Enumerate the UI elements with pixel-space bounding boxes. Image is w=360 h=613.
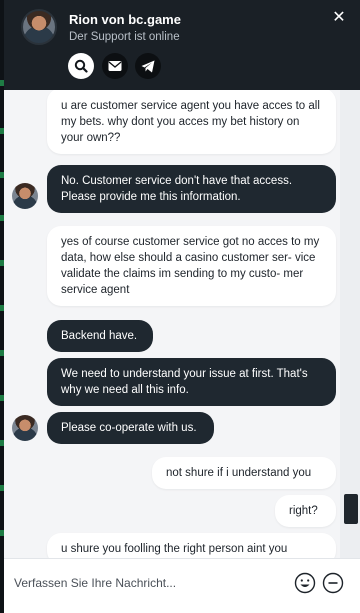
chat-header: Rion von bc.game Der Support ist online … [4, 0, 360, 90]
message-agent: We need to understand your issue at firs… [47, 358, 336, 406]
message-agent: Backend have. [47, 320, 153, 352]
agent-status: Der Support ist online [69, 31, 180, 43]
message-user: u are customer service agent you have ac… [47, 90, 336, 154]
message-user: right? [275, 495, 336, 527]
message-list: u are customer service agent you have ac… [4, 90, 340, 558]
message-composer [4, 558, 360, 613]
scrollbar[interactable] [340, 90, 360, 558]
email-button[interactable] [102, 53, 128, 79]
emoji-icon [294, 572, 316, 594]
scroll-thumb[interactable] [344, 494, 358, 524]
agent-message-avatar [12, 415, 38, 441]
message-agent: No. Customer service don't have that acc… [47, 165, 336, 213]
emoji-button[interactable] [294, 572, 316, 594]
message-user: yes of course customer service got no ac… [47, 226, 336, 306]
agent-message-avatar [12, 183, 38, 209]
message-input[interactable] [14, 571, 284, 595]
agent-avatar [21, 9, 57, 45]
telegram-icon [141, 60, 155, 72]
chat-widget: Rion von bc.game Der Support ist online … [0, 0, 360, 613]
mail-icon [108, 61, 122, 71]
message-user: not shure if i understand you [152, 457, 336, 489]
message-user: u shure you foolling the right person ai… [47, 533, 336, 558]
close-button[interactable]: ✕ [330, 9, 348, 27]
minus-circle-icon [322, 572, 344, 594]
search-icon [74, 59, 88, 73]
search-button[interactable] [68, 53, 94, 79]
message-agent: Please co-operate with us. [47, 412, 214, 444]
minimize-button[interactable] [322, 572, 344, 594]
telegram-button[interactable] [135, 53, 161, 79]
agent-name: Rion von bc.game [69, 12, 181, 27]
